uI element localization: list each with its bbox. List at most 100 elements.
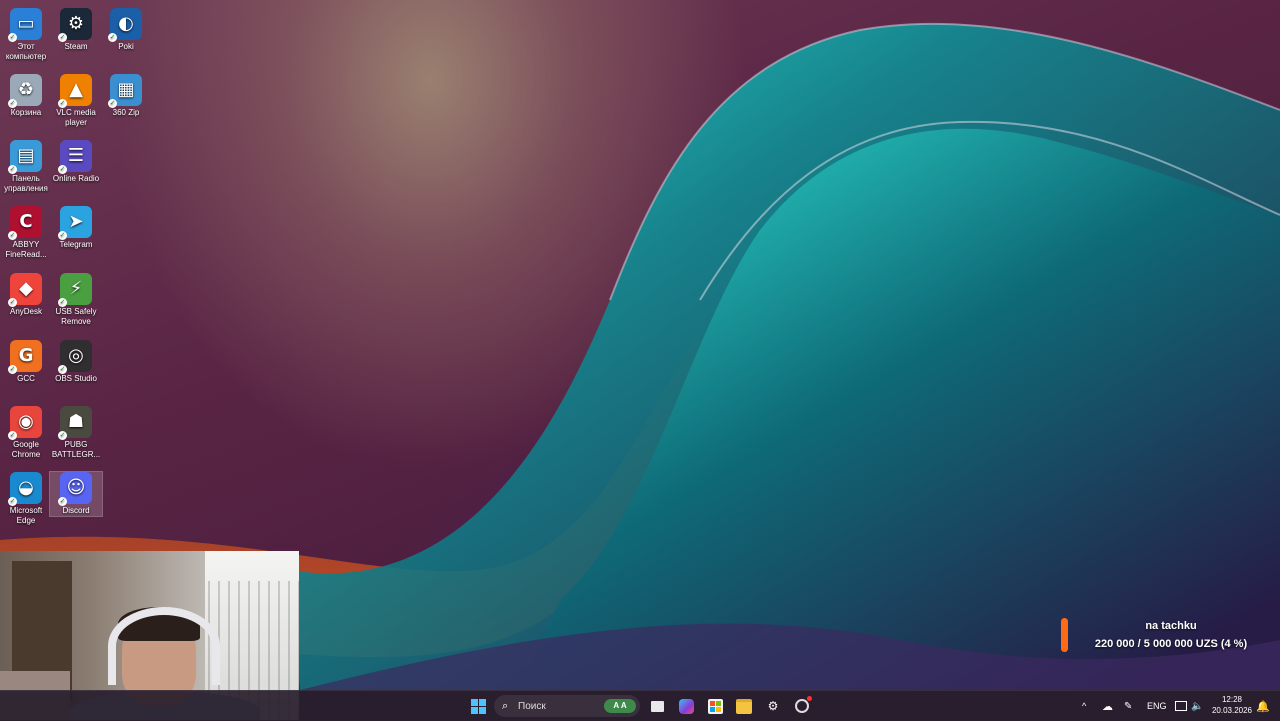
desktop-icon-label: USB Safely Remove <box>55 307 97 326</box>
edge-icon: ◒ ✓ <box>8 472 42 506</box>
pubg-icon: ☗ ✓ <box>58 406 92 440</box>
desktop-icon-computer[interactable]: ▭ ✓ Этот компьютер <box>0 8 52 62</box>
desktop-icon-obs[interactable]: ◎ ✓ OBS Studio <box>50 340 102 384</box>
tray-language[interactable]: ENG <box>1147 691 1167 721</box>
donation-amount: 220 000 / 5 000 000 UZS (4 %) <box>1094 638 1248 650</box>
desktop-icon-telegram[interactable]: ➤ ✓ Telegram <box>50 206 102 250</box>
notification-bell-icon: 🔔 <box>1256 699 1270 713</box>
sync-status-icon: ✓ <box>8 231 17 240</box>
desktop-icon-label: Этот компьютер <box>5 42 47 61</box>
desktop-icon-label: Discord <box>62 506 90 515</box>
tray-onedrive[interactable]: ☁ <box>1102 691 1113 721</box>
taskbar-app-store[interactable] <box>704 695 726 717</box>
desktop-icon-label: AnyDesk <box>9 307 42 316</box>
discord-icon: ☺ ✓ <box>58 472 92 506</box>
search-highlight-badge: A A <box>604 699 636 713</box>
control-panel-icon: ▤ ✓ <box>8 140 42 174</box>
sync-status-icon: ✓ <box>58 298 67 307</box>
gcc-icon: G ✓ <box>8 340 42 374</box>
sync-status-icon: ✓ <box>58 365 67 374</box>
donation-progress-bar <box>1061 618 1068 652</box>
sync-status-icon: ✓ <box>58 33 67 42</box>
desktop-icon-label: OBS Studio <box>55 374 97 383</box>
desktop-icon-abbyy[interactable]: C ✓ ABBYY FineRead... <box>0 206 52 260</box>
sync-status-icon: ✓ <box>8 298 17 307</box>
recycle-bin-icon: ♻ ✓ <box>8 74 42 108</box>
desktop-icon-label: Панель управления <box>4 174 48 193</box>
windows-logo-icon <box>470 698 486 714</box>
sync-status-icon: ✓ <box>58 431 67 440</box>
abbyy-icon: C ✓ <box>8 206 42 240</box>
sync-status-icon: ✓ <box>8 431 17 440</box>
desktop-icon-recycle-bin[interactable]: ♻ ✓ Корзина <box>0 74 52 118</box>
desktop-icon-edge[interactable]: ◒ ✓ Microsoft Edge <box>0 472 52 526</box>
radio-icon: ☰ ✓ <box>58 140 92 174</box>
desktop-icon-label: GCC <box>17 374 35 383</box>
usb-icon: ⚡ ✓ <box>58 273 92 307</box>
donation-progress-fill <box>1061 618 1068 652</box>
taskbar-app-folder[interactable] <box>733 695 755 717</box>
desktop-icon-label: Steam <box>64 42 88 51</box>
tray-input-tool[interactable]: ✎ <box>1124 691 1132 721</box>
desktop-icon-label: Telegram <box>59 240 93 249</box>
language-indicator: ENG <box>1147 701 1167 711</box>
sync-status-icon: ✓ <box>8 497 17 506</box>
chrome-icon: ◉ ✓ <box>8 406 42 440</box>
sync-status-icon: ✓ <box>58 99 67 108</box>
clock-date: 20.03.2026 <box>1211 706 1253 715</box>
anydesk-icon: ◆ ✓ <box>8 273 42 307</box>
tray-overflow-button[interactable]: ^ <box>1082 691 1086 721</box>
desktop-icon-control-panel[interactable]: ▤ ✓ Панель управления <box>0 140 52 194</box>
steam-icon: ⚙ ✓ <box>58 8 92 42</box>
desktop-icon-gcc[interactable]: G ✓ GCC <box>0 340 52 384</box>
desktop-icon-label: Корзина <box>10 108 42 117</box>
speaker-icon: 🔈 <box>1191 700 1204 712</box>
sync-status-icon: ✓ <box>58 231 67 240</box>
taskbar-app-steam[interactable]: ⚙ <box>762 695 784 717</box>
desktop-icon-usb[interactable]: ⚡ ✓ USB Safely Remove <box>50 273 102 327</box>
desktop-icon-radio[interactable]: ☰ ✓ Online Radio <box>50 140 102 184</box>
search-icon: ⌕ <box>502 699 509 712</box>
desktop-icon-poki[interactable]: ◐ ✓ Poki <box>100 8 152 52</box>
desktop-icon-label: PUBG BATTLEGR... <box>51 440 101 459</box>
taskbar-app-file-explorer[interactable] <box>646 695 668 717</box>
desktop-icon-discord[interactable]: ☺ ✓ Discord <box>49 471 103 517</box>
obs-icon <box>795 699 809 713</box>
sync-status-icon: ✓ <box>8 365 17 374</box>
taskbar-app-m365[interactable] <box>675 695 697 717</box>
sync-status-icon: ✓ <box>8 165 17 174</box>
sync-status-icon: ✓ <box>8 33 17 42</box>
search-placeholder: Поиск <box>518 701 546 712</box>
desktop-icon-label: 360 Zip <box>112 108 140 117</box>
desktop-icon-chrome[interactable]: ◉ ✓ Google Chrome <box>0 406 52 460</box>
sync-status-icon: ✓ <box>8 99 17 108</box>
telegram-icon: ➤ ✓ <box>58 206 92 240</box>
desktop-icon-pubg[interactable]: ☗ ✓ PUBG BATTLEGR... <box>50 406 102 460</box>
computer-icon: ▭ ✓ <box>8 8 42 42</box>
steam-icon: ⚙ <box>767 699 779 713</box>
taskbar-app-obs[interactable] <box>791 695 813 717</box>
start-button[interactable] <box>467 695 489 717</box>
taskbar-search-box[interactable]: ⌕ Поиск A A <box>494 695 640 717</box>
webcam-headphones <box>108 607 220 685</box>
tray-volume[interactable]: 🔈 <box>1191 691 1203 721</box>
desktop-icon-zip[interactable]: ▦ ✓ 360 Zip <box>100 74 152 118</box>
clock-time: 12:28 <box>1221 695 1243 704</box>
taskbar: ⌕ Поиск A A ⚙ ^ ☁ ✎ ENG 🔈 12:28 20.03.20… <box>0 690 1280 721</box>
desktop-icon-vlc[interactable]: ▲ ✓ VLC media player <box>50 74 102 128</box>
tray-clock[interactable]: 12:28 20.03.2026 <box>1210 694 1254 716</box>
desktop-icon-label: VLC media player <box>56 108 96 127</box>
chevron-up-icon: ^ <box>1082 701 1087 711</box>
vlc-icon: ▲ ✓ <box>58 74 92 108</box>
file-explorer-icon <box>650 700 664 712</box>
desktop-icon-label: Poki <box>118 42 134 51</box>
desktop-icon-label: Online Radio <box>52 174 100 183</box>
desktop-icon-label: Microsoft Edge <box>9 506 43 525</box>
sync-status-icon: ✓ <box>108 33 117 42</box>
tray-network[interactable] <box>1175 691 1187 721</box>
obs-icon: ◎ ✓ <box>58 340 92 374</box>
desktop-icon-anydesk[interactable]: ◆ ✓ AnyDesk <box>0 273 52 317</box>
notification-center-button[interactable]: 🔔 <box>1256 691 1270 721</box>
desktop-icon-steam[interactable]: ⚙ ✓ Steam <box>50 8 102 52</box>
sync-status-icon: ✓ <box>58 165 67 174</box>
